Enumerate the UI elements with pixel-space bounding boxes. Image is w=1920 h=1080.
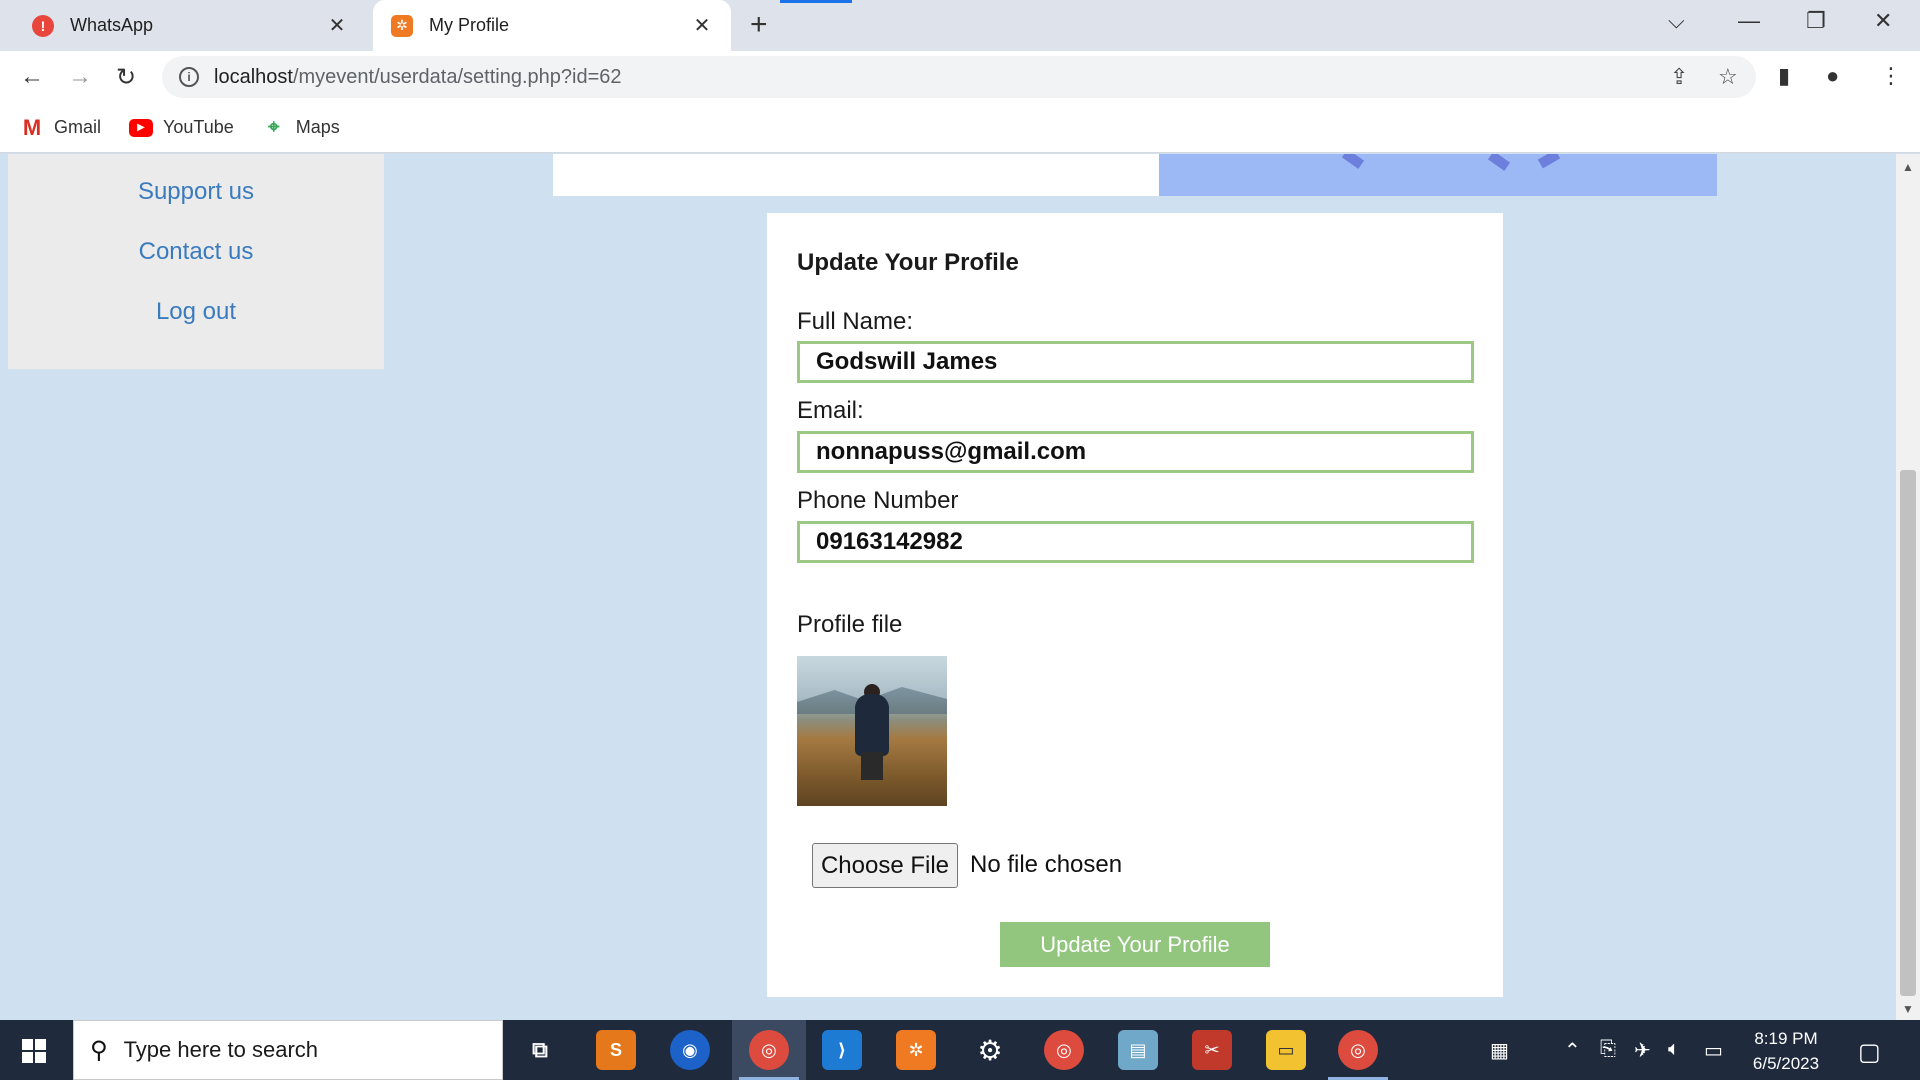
bookmark-maps[interactable]: ⌖ Maps [262,116,340,138]
forward-icon[interactable]: → [68,63,92,91]
hero-decoration-shape [1537,154,1561,169]
battery-icon[interactable]: ▭ [1704,1038,1723,1063]
windows-taskbar: ⚲ Type here to search ⧉ S ◉ ◎ ⟩ ✲ ⚙ ◎ ▤ … [0,1020,1920,1080]
profile-form-card: Update Your Profile Full Name: Godswill … [767,213,1503,997]
share-icon[interactable]: ⇪ [1670,64,1688,90]
tab-search-chevron-icon[interactable]: ⌵ [1668,8,1685,34]
reload-icon[interactable]: ↻ [116,63,136,92]
loading-indicator [780,0,852,3]
hero-decoration-shape [1341,154,1365,169]
hero-decoration-shape [1487,154,1511,171]
close-icon[interactable]: ✕ [689,13,715,38]
tab-title: My Profile [429,15,510,35]
menu-kebab-icon[interactable]: ⋮ [1880,63,1902,89]
task-view-icon[interactable]: ⧉ [520,1030,560,1070]
settings-gear-icon[interactable]: ⚙ [970,1030,1010,1070]
youtube-icon: ▶ [129,118,154,137]
snipping-tool-icon[interactable]: ✂ [1192,1030,1232,1070]
bookmark-star-icon[interactable]: ☆ [1718,64,1738,90]
tab-my-profile[interactable]: ✲ My Profile ✕ [373,0,731,51]
sidebar-link-contact-us[interactable]: Contact us [8,238,384,266]
side-panel-icon[interactable]: ▮ [1778,63,1790,89]
bookmark-label: Maps [295,117,340,137]
notepad-icon[interactable]: ▤ [1118,1030,1158,1070]
restore-icon[interactable]: ❐ [1806,8,1826,34]
minimize-icon[interactable]: — [1738,8,1760,34]
news-widget-icon[interactable]: ▦ [1490,1038,1509,1063]
bookmark-label: Gmail [54,117,102,137]
chrome-icon[interactable]: ◎ [739,1030,799,1080]
tab-strip: ! WhatsApp ✕ ✲ My Profile ✕ + ⌵ — ❐ ✕ [0,0,1920,51]
window-close-icon[interactable]: ✕ [1874,8,1892,34]
sidebar-link-log-out[interactable]: Log out [8,298,384,326]
taskbar-search-placeholder: Type here to search [123,1037,319,1062]
close-icon[interactable]: ✕ [324,13,350,38]
page-viewport: Support us Contact us Log out Update You… [0,154,1896,1020]
whatsapp-alert-icon: ! [32,14,54,37]
scroll-up-arrow-icon[interactable]: ▲ [1902,160,1914,174]
email-label: Email: [797,397,864,424]
tab-title: WhatsApp [70,15,154,35]
url-path: /myevent/userdata/setting.php?id=62 [292,65,622,88]
xampp-icon[interactable]: ✲ [896,1030,936,1070]
full-name-label: Full Name: [797,308,914,335]
tab-whatsapp[interactable]: ! WhatsApp ✕ [14,0,366,51]
site-info-icon[interactable]: i [179,67,199,87]
phone-label: Phone Number [797,487,959,514]
profile-avatar-icon[interactable]: ● [1826,63,1839,89]
sidebar-link-support-us[interactable]: Support us [8,178,384,206]
taskbar-clock[interactable]: 8:19 PM 6/5/2023 [1736,1026,1836,1076]
windows-start-icon[interactable] [22,1039,46,1063]
hero-banner-left [553,154,1159,196]
full-name-field[interactable]: Godswill James [797,341,1474,383]
choose-file-button[interactable]: Choose File [812,843,958,888]
tray-overflow-chevron-icon[interactable]: ⌃ [1564,1038,1581,1063]
back-icon[interactable]: ← [20,63,44,91]
url-text[interactable]: localhost/myevent/userdata/setting.php?i… [214,66,622,89]
file-explorer-icon[interactable]: ▭ [1266,1030,1306,1070]
sidebar: Support us Contact us Log out [8,154,384,369]
chrome-second-icon[interactable]: ◎ [1328,1030,1388,1080]
profile-file-label: Profile file [797,611,903,638]
taskbar-search-box[interactable]: ⚲ Type here to search [73,1020,503,1080]
vscode-icon[interactable]: ⟩ [822,1030,862,1070]
maps-icon: ⌖ [268,116,280,138]
scroll-down-arrow-icon[interactable]: ▼ [1902,1002,1914,1016]
browser-toolbar: ← → ↻ i localhost/myevent/userdata/setti… [0,51,1920,103]
search-icon: ⚲ [90,1036,108,1064]
avatar-person-legs [861,752,883,780]
phone-field[interactable]: 09163142982 [797,521,1474,563]
clock-time: 8:19 PM [1754,1029,1818,1048]
new-tab-icon[interactable]: + [750,8,768,42]
avatar-person-body [855,694,889,756]
form-heading: Update Your Profile [797,249,1019,276]
gmail-icon: M [22,114,42,140]
bookmark-label: YouTube [163,117,234,137]
xampp-icon: ✲ [391,14,413,37]
scrollbar-thumb[interactable] [1900,470,1916,996]
bookmark-gmail[interactable]: M Gmail [20,114,102,140]
bookmarks-bar: M Gmail ▶ YouTube ⌖ Maps [0,103,1920,153]
chrome-profile-icon[interactable]: ◎ [1044,1030,1084,1070]
notifications-icon[interactable]: ▢ [1858,1038,1881,1067]
update-profile-button[interactable]: Update Your Profile [1000,922,1270,967]
volume-icon[interactable]: 🔈︎ [1668,1038,1680,1061]
clock-date: 6/5/2023 [1752,1054,1820,1073]
firefox-icon[interactable]: ◉ [670,1030,710,1070]
profile-picture [797,656,947,806]
email-field[interactable]: nonnapuss@gmail.com [797,431,1474,473]
address-bar[interactable]: i localhost/myevent/userdata/setting.php… [162,56,1756,98]
hero-banner-image [1159,154,1717,196]
no-file-text: No file chosen [970,851,1123,878]
page-scrollbar[interactable]: ▲ ▼ [1896,154,1920,1020]
sublime-text-icon[interactable]: S [596,1030,636,1070]
meet-now-icon[interactable]: ⎘ [1600,1038,1616,1061]
bookmark-youtube[interactable]: ▶ YouTube [129,117,234,138]
url-host: localhost [214,65,293,88]
airplane-mode-icon[interactable]: ✈ [1634,1038,1651,1063]
